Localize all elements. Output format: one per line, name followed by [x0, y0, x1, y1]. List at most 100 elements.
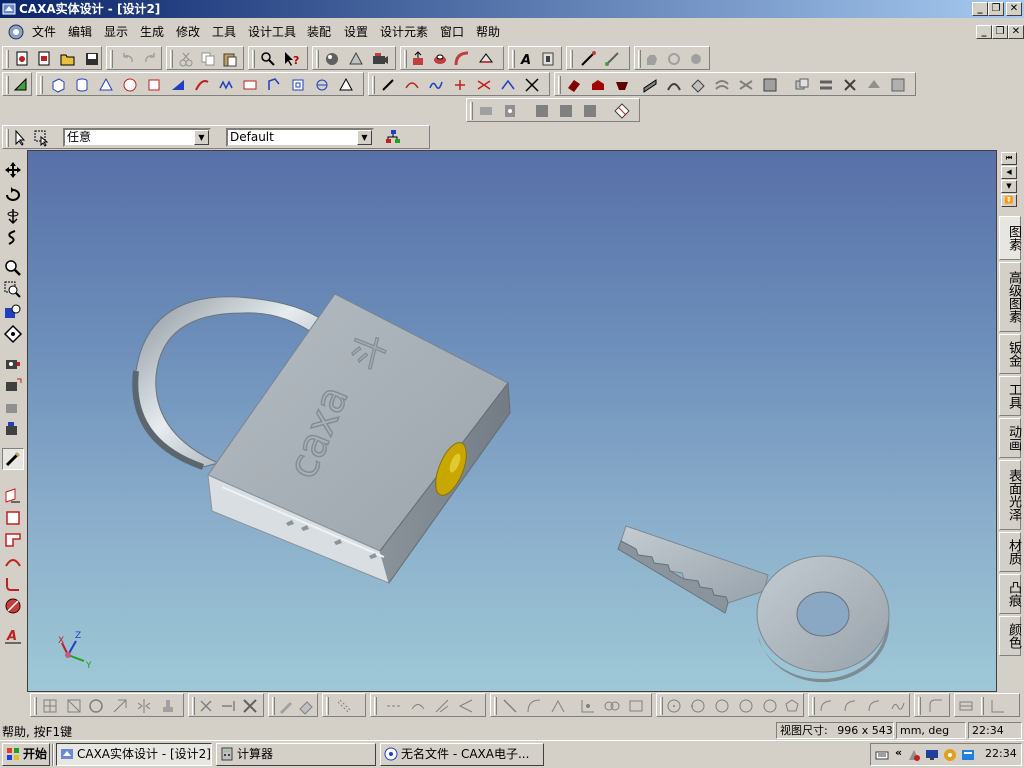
task-caxa-3d[interactable]: CAXA实体设计 - [设计2]	[56, 743, 212, 766]
text-icon[interactable]: A	[517, 50, 535, 68]
toolbar-grip[interactable]	[512, 50, 515, 68]
sketch-plane-icon[interactable]	[3, 486, 23, 506]
menu-view[interactable]: 显示	[102, 24, 130, 40]
trim-curve-icon[interactable]	[523, 76, 541, 94]
revolve-icon[interactable]	[431, 50, 449, 68]
undo-icon[interactable]	[119, 50, 137, 68]
chevron-down-icon[interactable]: ▼	[357, 130, 372, 145]
toolbar-grip[interactable]	[558, 76, 561, 94]
menu-settings[interactable]: 设置	[342, 24, 370, 40]
arc-center-icon[interactable]	[817, 697, 835, 715]
tab-sheet-metal[interactable]: 钣金	[999, 334, 1021, 374]
torus-icon[interactable]	[145, 76, 163, 94]
menu-window[interactable]: 窗口	[438, 24, 466, 40]
chevron-down-icon[interactable]: ▼	[194, 130, 209, 145]
toolbar-grip[interactable]	[6, 50, 9, 68]
surface-sweep-icon[interactable]	[641, 76, 659, 94]
offset-2d-icon[interactable]	[989, 697, 1007, 715]
snap-icon[interactable]	[579, 697, 597, 715]
3d-viewport[interactable]: 斗 caxa X Y Z	[27, 150, 997, 692]
surface-split-icon[interactable]	[841, 76, 859, 94]
shell-icon[interactable]	[289, 76, 307, 94]
camera-target-icon[interactable]	[3, 376, 23, 396]
probe-icon[interactable]	[603, 50, 621, 68]
cut-icon[interactable]	[177, 50, 195, 68]
mate-icon[interactable]	[557, 102, 575, 120]
surface-blend-icon[interactable]	[665, 76, 683, 94]
surface-thicken-icon[interactable]	[817, 76, 835, 94]
view-camera-icon[interactable]	[3, 354, 23, 374]
ellipse-tool-icon[interactable]	[761, 697, 779, 715]
toolbar-grip[interactable]	[638, 50, 641, 68]
line-tool-icon[interactable]	[501, 697, 519, 715]
task-calculator[interactable]: 计算器	[216, 743, 376, 766]
sweep-icon[interactable]	[453, 50, 471, 68]
open-icon[interactable]	[59, 50, 77, 68]
pipe-icon[interactable]	[193, 76, 211, 94]
polyline-icon[interactable]	[265, 76, 283, 94]
surface-stitch-icon[interactable]	[793, 76, 811, 94]
project-icon[interactable]	[957, 697, 975, 715]
select-tool-icon[interactable]	[12, 76, 30, 94]
toolbar-grip[interactable]	[6, 129, 9, 147]
toolbar-grip[interactable]	[812, 697, 815, 715]
document-icon[interactable]	[8, 24, 24, 40]
hand-icon[interactable]	[643, 50, 661, 68]
restore-button[interactable]: ❐	[988, 2, 1004, 16]
arc-3d-icon[interactable]	[403, 76, 421, 94]
hatch-icon[interactable]	[335, 697, 353, 715]
rotate-view-icon[interactable]	[3, 184, 23, 204]
toolbar-grip[interactable]	[170, 50, 173, 68]
center-circle-icon[interactable]	[665, 697, 683, 715]
offset-curve-icon[interactable]	[499, 76, 517, 94]
explode-icon[interactable]	[613, 102, 631, 120]
light-icon[interactable]	[347, 50, 365, 68]
context-help-icon[interactable]: ?	[283, 50, 301, 68]
surface-revolve-icon[interactable]	[589, 76, 607, 94]
surface-offset-icon[interactable]	[713, 76, 731, 94]
start-button[interactable]: 开始	[2, 743, 50, 766]
cylinder-icon[interactable]	[73, 76, 91, 94]
panel-nav-next[interactable]: ▼	[1001, 180, 1017, 193]
camera-icon[interactable]	[371, 50, 389, 68]
display-icon[interactable]	[925, 748, 939, 762]
tab-tools[interactable]: 工具	[999, 376, 1021, 416]
look-at-icon[interactable]	[3, 324, 23, 344]
panel-nav-last[interactable]: ⏬	[1001, 194, 1017, 207]
selection-filter-select[interactable]: 任意 ▼	[63, 128, 211, 147]
new-icon[interactable]	[13, 50, 31, 68]
zoom-window-icon[interactable]	[3, 280, 23, 300]
tray-expand-icon[interactable]: «	[895, 746, 902, 759]
padlock-body[interactable]: 斗 caxa	[207, 293, 511, 585]
camera-orbit-icon[interactable]	[3, 398, 23, 418]
toolbar-grip[interactable]	[404, 50, 407, 68]
extend-icon[interactable]	[219, 697, 237, 715]
toolbar-grip[interactable]	[570, 50, 573, 68]
keyboard-icon[interactable]	[875, 748, 889, 762]
toolbar-grip[interactable]	[272, 697, 275, 715]
surface-extrude-icon[interactable]	[565, 76, 583, 94]
zoom-fit-icon[interactable]	[3, 302, 23, 322]
panel-nav-first[interactable]: ⏮	[1001, 152, 1017, 165]
frame-icon[interactable]	[65, 697, 83, 715]
camera-settings-icon[interactable]	[3, 420, 23, 440]
constraint-icon[interactable]	[533, 102, 551, 120]
two-point-circle-icon[interactable]	[689, 697, 707, 715]
render-icon[interactable]	[323, 50, 341, 68]
triangle-body-icon[interactable]	[337, 76, 355, 94]
smart-render-toggle[interactable]	[2, 448, 24, 470]
break-icon[interactable]	[241, 697, 259, 715]
style-select[interactable]: Default ▼	[226, 128, 374, 147]
toolbar-grip[interactable]	[494, 697, 497, 715]
tube-icon[interactable]	[241, 76, 259, 94]
tilt-view-icon[interactable]	[3, 206, 23, 226]
arc-tangent-icon[interactable]	[865, 697, 883, 715]
toolbar-grip[interactable]	[252, 50, 255, 68]
dash-line-icon[interactable]	[385, 697, 403, 715]
surface-extend-icon[interactable]	[761, 76, 779, 94]
spline-icon[interactable]	[427, 76, 445, 94]
menu-assembly[interactable]: 装配	[305, 24, 333, 40]
media-icon[interactable]	[943, 748, 957, 762]
key[interactable]	[617, 525, 890, 683]
tangent-circle-icon[interactable]	[737, 697, 755, 715]
